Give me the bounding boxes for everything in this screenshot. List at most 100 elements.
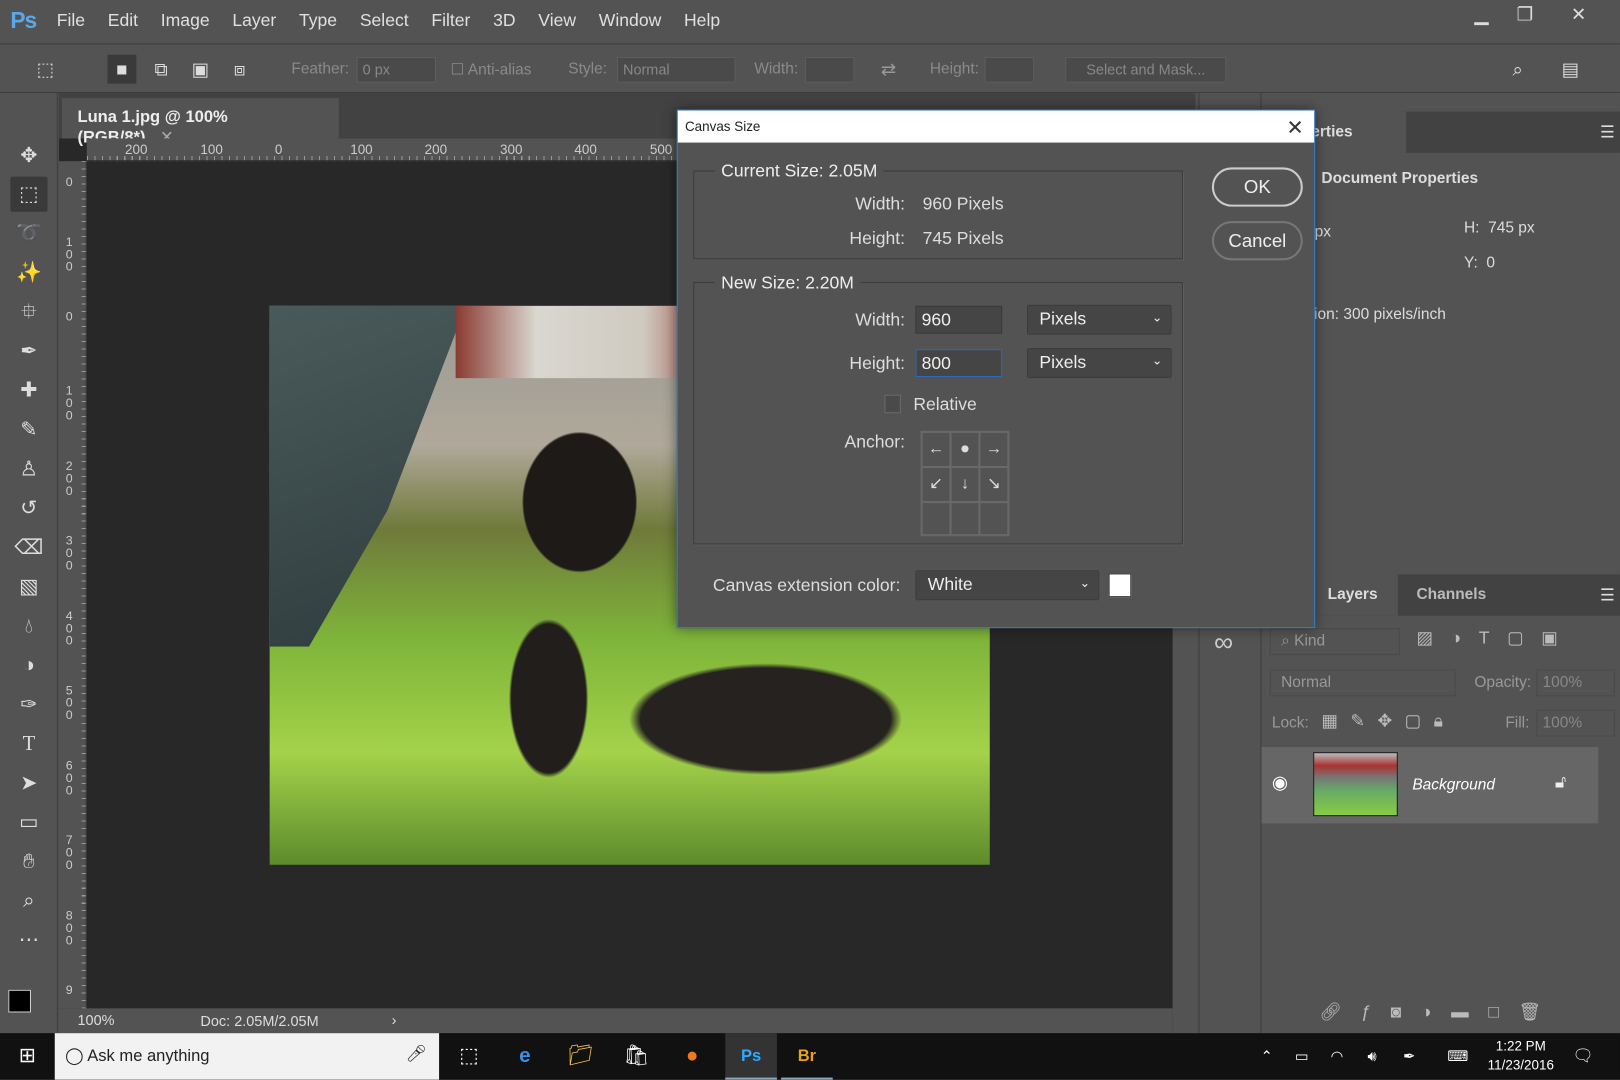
layer-name[interactable]: Background (1412, 776, 1495, 794)
crop-tool-icon[interactable]: ⯐ (10, 294, 47, 329)
anchor-middle-right-arrow-icon[interactable]: ↘ (979, 466, 1009, 503)
start-button-windows-icon[interactable]: ⊞ (0, 1033, 55, 1079)
menu-help[interactable]: Help (684, 10, 720, 31)
layers-menu-icon[interactable]: ☰ (1600, 585, 1615, 606)
anchor-middle-center-arrow-icon[interactable]: ↓ (950, 466, 980, 503)
zoom-level[interactable]: 100% (77, 1011, 114, 1028)
intersect-selection-icon[interactable]: ⧈ (225, 55, 254, 84)
healing-brush-tool-icon[interactable]: ✚ (10, 373, 47, 408)
wifi-icon[interactable]: ◠ (1322, 1033, 1351, 1079)
width-input[interactable] (804, 56, 855, 83)
zoom-tool-icon[interactable]: ⌕ (10, 883, 47, 918)
eraser-tool-icon[interactable]: ⌫ (10, 530, 47, 565)
eyedropper-tool-icon[interactable]: ✒ (10, 334, 47, 369)
edge-icon[interactable]: e (502, 1033, 547, 1079)
panel-menu-icon[interactable]: ☰ (1600, 122, 1615, 143)
foreground-color-swatch[interactable] (8, 989, 31, 1013)
height-unit-select[interactable]: Pixels ⌄ (1026, 348, 1172, 379)
menu-view[interactable]: View (538, 10, 576, 31)
extension-color-select[interactable]: White ⌄ (915, 570, 1100, 601)
anchor-bottom-center[interactable] (950, 502, 980, 536)
menu-select[interactable]: Select (360, 10, 409, 31)
ok-button[interactable]: OK (1211, 167, 1303, 207)
subtract-selection-icon[interactable]: ▣ (186, 55, 215, 84)
feather-input[interactable]: 0 px (356, 56, 436, 83)
height-input[interactable] (984, 56, 1035, 83)
lasso-tool-icon[interactable]: ➰ (10, 216, 47, 251)
fill-input[interactable]: 100% (1536, 709, 1615, 737)
anchor-bottom-right[interactable] (979, 502, 1009, 536)
blend-mode-select[interactable]: Normal (1269, 669, 1456, 697)
clock[interactable]: 1:22 PM 11/23/2016 (1484, 1037, 1558, 1074)
visibility-eye-icon[interactable]: ◉ (1272, 772, 1288, 794)
anchor-middle-left-arrow-icon[interactable]: ↙ (921, 466, 951, 503)
gradient-tool-icon[interactable]: ▧ (10, 569, 47, 604)
history-brush-tool-icon[interactable]: ↺ (10, 491, 47, 526)
new-width-input[interactable] (915, 305, 1003, 334)
relative-checkbox[interactable] (884, 394, 901, 414)
task-view-icon[interactable]: ⬚ (446, 1033, 491, 1079)
microphone-icon[interactable]: 🎤︎ (406, 1043, 427, 1064)
clone-stamp-tool-icon[interactable]: ♙ (10, 451, 47, 486)
antialias-checkbox[interactable]: ☐ Anti-alias (450, 60, 531, 79)
width-unit-select[interactable]: Pixels ⌄ (1026, 304, 1172, 335)
rect-marquee-tool-icon[interactable]: ⬚ (10, 176, 48, 212)
pen-tool-icon[interactable]: ✑ (10, 687, 47, 722)
document-tab[interactable]: Luna 1.jpg @ 100% (RGB/8*)✕ (61, 98, 339, 147)
dialog-close-icon[interactable]: ✕ (1287, 115, 1304, 141)
menu-edit[interactable]: Edit (108, 10, 138, 31)
anchor-top-right-arrow-icon[interactable]: → (979, 431, 1009, 467)
close-app-button[interactable]: ✕ (1556, 0, 1601, 31)
anchor-top-center-dot-icon[interactable]: ● (950, 431, 980, 467)
tab-layers[interactable]: Layers (1313, 574, 1398, 616)
select-and-mask-button[interactable]: Select and Mask... (1065, 56, 1227, 83)
extension-color-swatch[interactable] (1108, 573, 1132, 598)
brush-tool-icon[interactable]: ✎ (10, 412, 47, 447)
restore-button[interactable]: ❐ (1502, 0, 1547, 31)
blur-tool-icon[interactable]: 💧︎ (10, 609, 47, 644)
layer-actions-icons[interactable]: 🔗︎ƒ◙◑▬□🗑︎ (1319, 1002, 1560, 1023)
menu-type[interactable]: Type (299, 10, 337, 31)
anchor-top-left-arrow-icon[interactable]: ← (921, 431, 951, 467)
cancel-button[interactable]: Cancel (1211, 221, 1303, 261)
dodge-tool-icon[interactable]: ◑ (10, 648, 47, 683)
show-hidden-icons[interactable]: ⌃ (1252, 1033, 1281, 1079)
rectangle-tool-icon[interactable]: ▭ (10, 805, 47, 840)
path-selection-tool-icon[interactable]: ➤ (10, 766, 47, 801)
battery-icon[interactable]: ▭ (1287, 1033, 1316, 1079)
menu-window[interactable]: Window (599, 10, 661, 31)
creative-cloud-icon[interactable]: ∞ (1214, 626, 1233, 658)
hand-tool-icon[interactable]: ✋︎ (10, 844, 47, 879)
search-icon[interactable]: ⌕ (1503, 55, 1532, 84)
cortana-search-box[interactable]: ◯ Ask me anything 🎤︎ (54, 1033, 440, 1080)
more-tools-icon[interactable]: ⋯ (10, 923, 47, 958)
new-height-input[interactable] (915, 349, 1003, 378)
volume-icon[interactable]: 🔊︎ (1358, 1033, 1387, 1079)
pen-icon[interactable]: ✒ (1395, 1033, 1424, 1079)
menu-layer[interactable]: Layer (232, 10, 276, 31)
anchor-bottom-left[interactable] (921, 502, 951, 536)
menu-image[interactable]: Image (161, 10, 210, 31)
layer-row-background[interactable]: ◉ Background 🔓︎ (1261, 746, 1599, 824)
add-selection-icon[interactable]: ⧉ (147, 55, 176, 84)
layer-filter-select[interactable]: ⌕ Kind (1269, 628, 1400, 656)
layer-filter-icons[interactable]: ▨◑T▢▣ (1416, 628, 1575, 649)
menu-filter[interactable]: Filter (431, 10, 470, 31)
type-tool-icon[interactable]: T (10, 726, 47, 761)
magic-wand-tool-icon[interactable]: ✨ (10, 255, 47, 290)
status-menu-arrow-icon[interactable]: › (392, 1011, 397, 1028)
opacity-input[interactable]: 100% (1536, 669, 1615, 697)
tab-channels[interactable]: Channels (1402, 574, 1501, 615)
store-icon[interactable]: 🛍︎ (614, 1033, 659, 1079)
minimize-button[interactable]: ▁ (1459, 0, 1504, 31)
workspace-icon[interactable]: ▤ (1556, 55, 1585, 84)
photoshop-taskbar-icon[interactable]: Ps (725, 1033, 777, 1080)
lock-icons[interactable]: ▦✎✥▢🔒︎ (1321, 711, 1455, 732)
action-center-icon[interactable]: 🗨︎ (1564, 1033, 1601, 1079)
menu-file[interactable]: File (57, 10, 85, 31)
firefox-icon[interactable]: ● (669, 1033, 714, 1079)
new-selection-icon[interactable]: ■ (107, 54, 137, 84)
touch-keyboard-icon[interactable]: ⌨ (1440, 1033, 1475, 1079)
style-select[interactable]: Normal (616, 56, 736, 83)
bridge-taskbar-icon[interactable]: Br (781, 1033, 833, 1080)
